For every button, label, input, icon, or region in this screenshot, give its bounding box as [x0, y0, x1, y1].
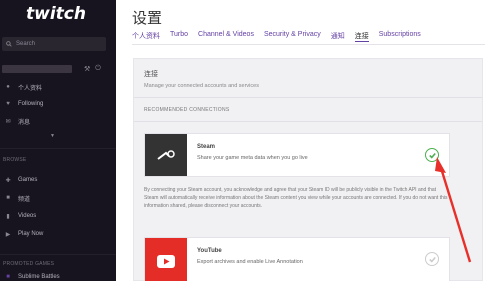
- sidebar-item-label: 个人资料: [18, 85, 43, 92]
- tab-security-privacy[interactable]: Security & Privacy: [264, 31, 321, 42]
- tab-channel-videos[interactable]: Channel & Videos: [198, 31, 254, 42]
- browse-section-label: BROWSE: [3, 157, 27, 163]
- sidebar-item-profile[interactable]: ● 个人资料: [3, 82, 42, 92]
- tab-subscriptions[interactable]: Subscriptions: [379, 31, 421, 42]
- youtube-connection: YouTube Export archives and enable Live …: [144, 237, 450, 281]
- sidebar-item-channels[interactable]: ■ 频道: [3, 193, 30, 203]
- tabs-divider: [132, 44, 485, 45]
- sidebar-item-following[interactable]: ♥ Following: [3, 99, 43, 109]
- wrench-icon[interactable]: ⚒: [84, 65, 90, 73]
- page-title: 设置: [132, 9, 163, 27]
- steam-name: Steam: [197, 144, 216, 150]
- sidebar-item-label: Following: [18, 101, 44, 107]
- sidebar-item-play-now[interactable]: ▶ Play Now: [3, 229, 44, 239]
- steam-icon: [145, 134, 187, 176]
- youtube-name: YouTube: [197, 248, 222, 254]
- game-thumb-icon: ■: [6, 274, 10, 280]
- panel-title: 连接: [144, 71, 158, 78]
- steam-connection: Steam Share your game meta data when you…: [144, 133, 450, 177]
- sidebar-item-games[interactable]: ✚ Games: [3, 175, 37, 185]
- person-icon: ●: [6, 84, 10, 90]
- sidebar-item-label: Games: [18, 177, 38, 183]
- steam-description: Share your game meta data when you go li…: [197, 155, 308, 161]
- sidebar-item-videos[interactable]: ▮ Videos: [3, 211, 36, 221]
- main-content: 设置 个人资料 Turbo Channel & Videos Security …: [116, 0, 485, 281]
- sidebar-item-label: 消息: [18, 119, 31, 126]
- video-icon: ▮: [6, 213, 10, 220]
- search-icon: [6, 41, 12, 47]
- sidebar-item-label: Sublime Battles: [18, 274, 60, 280]
- power-icon[interactable]: ⏻: [95, 65, 101, 73]
- sidebar: twitch Search ⚒ ⏻ ● 个人资料 ♥ Following ✉ 消…: [0, 0, 116, 281]
- connections-panel: 连接 Manage your connected accounts and se…: [133, 58, 483, 281]
- tab-connections[interactable]: 连接: [354, 31, 369, 42]
- tab-turbo[interactable]: Turbo: [170, 31, 188, 42]
- sidebar-divider: [0, 254, 116, 255]
- tab-notifications[interactable]: 通知: [331, 31, 345, 42]
- panel-divider: [134, 121, 482, 122]
- user-row: ⚒ ⏻: [2, 64, 112, 74]
- youtube-description: Export archives and enable Live Annotati…: [197, 259, 303, 265]
- tab-profile[interactable]: 个人资料: [132, 31, 160, 42]
- sidebar-item-label: Videos: [18, 213, 37, 219]
- sidebar-item-messages[interactable]: ✉ 消息: [3, 116, 30, 126]
- sidebar-item-label: 频道: [18, 196, 31, 203]
- search-input[interactable]: Search: [2, 37, 106, 51]
- gamepad-icon: ✚: [5, 177, 11, 184]
- steam-disclaimer: By connecting your Steam account, you ac…: [144, 187, 448, 210]
- settings-tabs: 个人资料 Turbo Channel & Videos Security & P…: [132, 31, 421, 42]
- youtube-connect-check-icon[interactable]: [425, 252, 439, 266]
- chevron-down-icon[interactable]: ▼: [50, 133, 55, 139]
- youtube-icon: [145, 238, 187, 281]
- recommended-label: RECOMMENDED CONNECTIONS: [144, 107, 230, 113]
- username-blurred[interactable]: [2, 65, 72, 73]
- sidebar-item-label: Play Now: [18, 231, 44, 237]
- panel-subtitle: Manage your connected accounts and servi…: [144, 83, 259, 89]
- channels-icon: ■: [6, 195, 10, 201]
- promoted-section-label: PROMOTED GAMES: [3, 261, 55, 267]
- steam-connected-check-icon[interactable]: [425, 148, 439, 162]
- play-icon: ▶: [5, 231, 11, 238]
- search-placeholder: Search: [16, 41, 36, 47]
- twitch-logo[interactable]: twitch: [26, 4, 86, 24]
- sidebar-item-promoted[interactable]: ■ Sublime Battles: [3, 272, 60, 281]
- sidebar-divider: [0, 148, 116, 149]
- panel-divider: [134, 97, 482, 98]
- heart-icon: ♥: [6, 101, 10, 107]
- mail-icon: ✉: [5, 118, 11, 125]
